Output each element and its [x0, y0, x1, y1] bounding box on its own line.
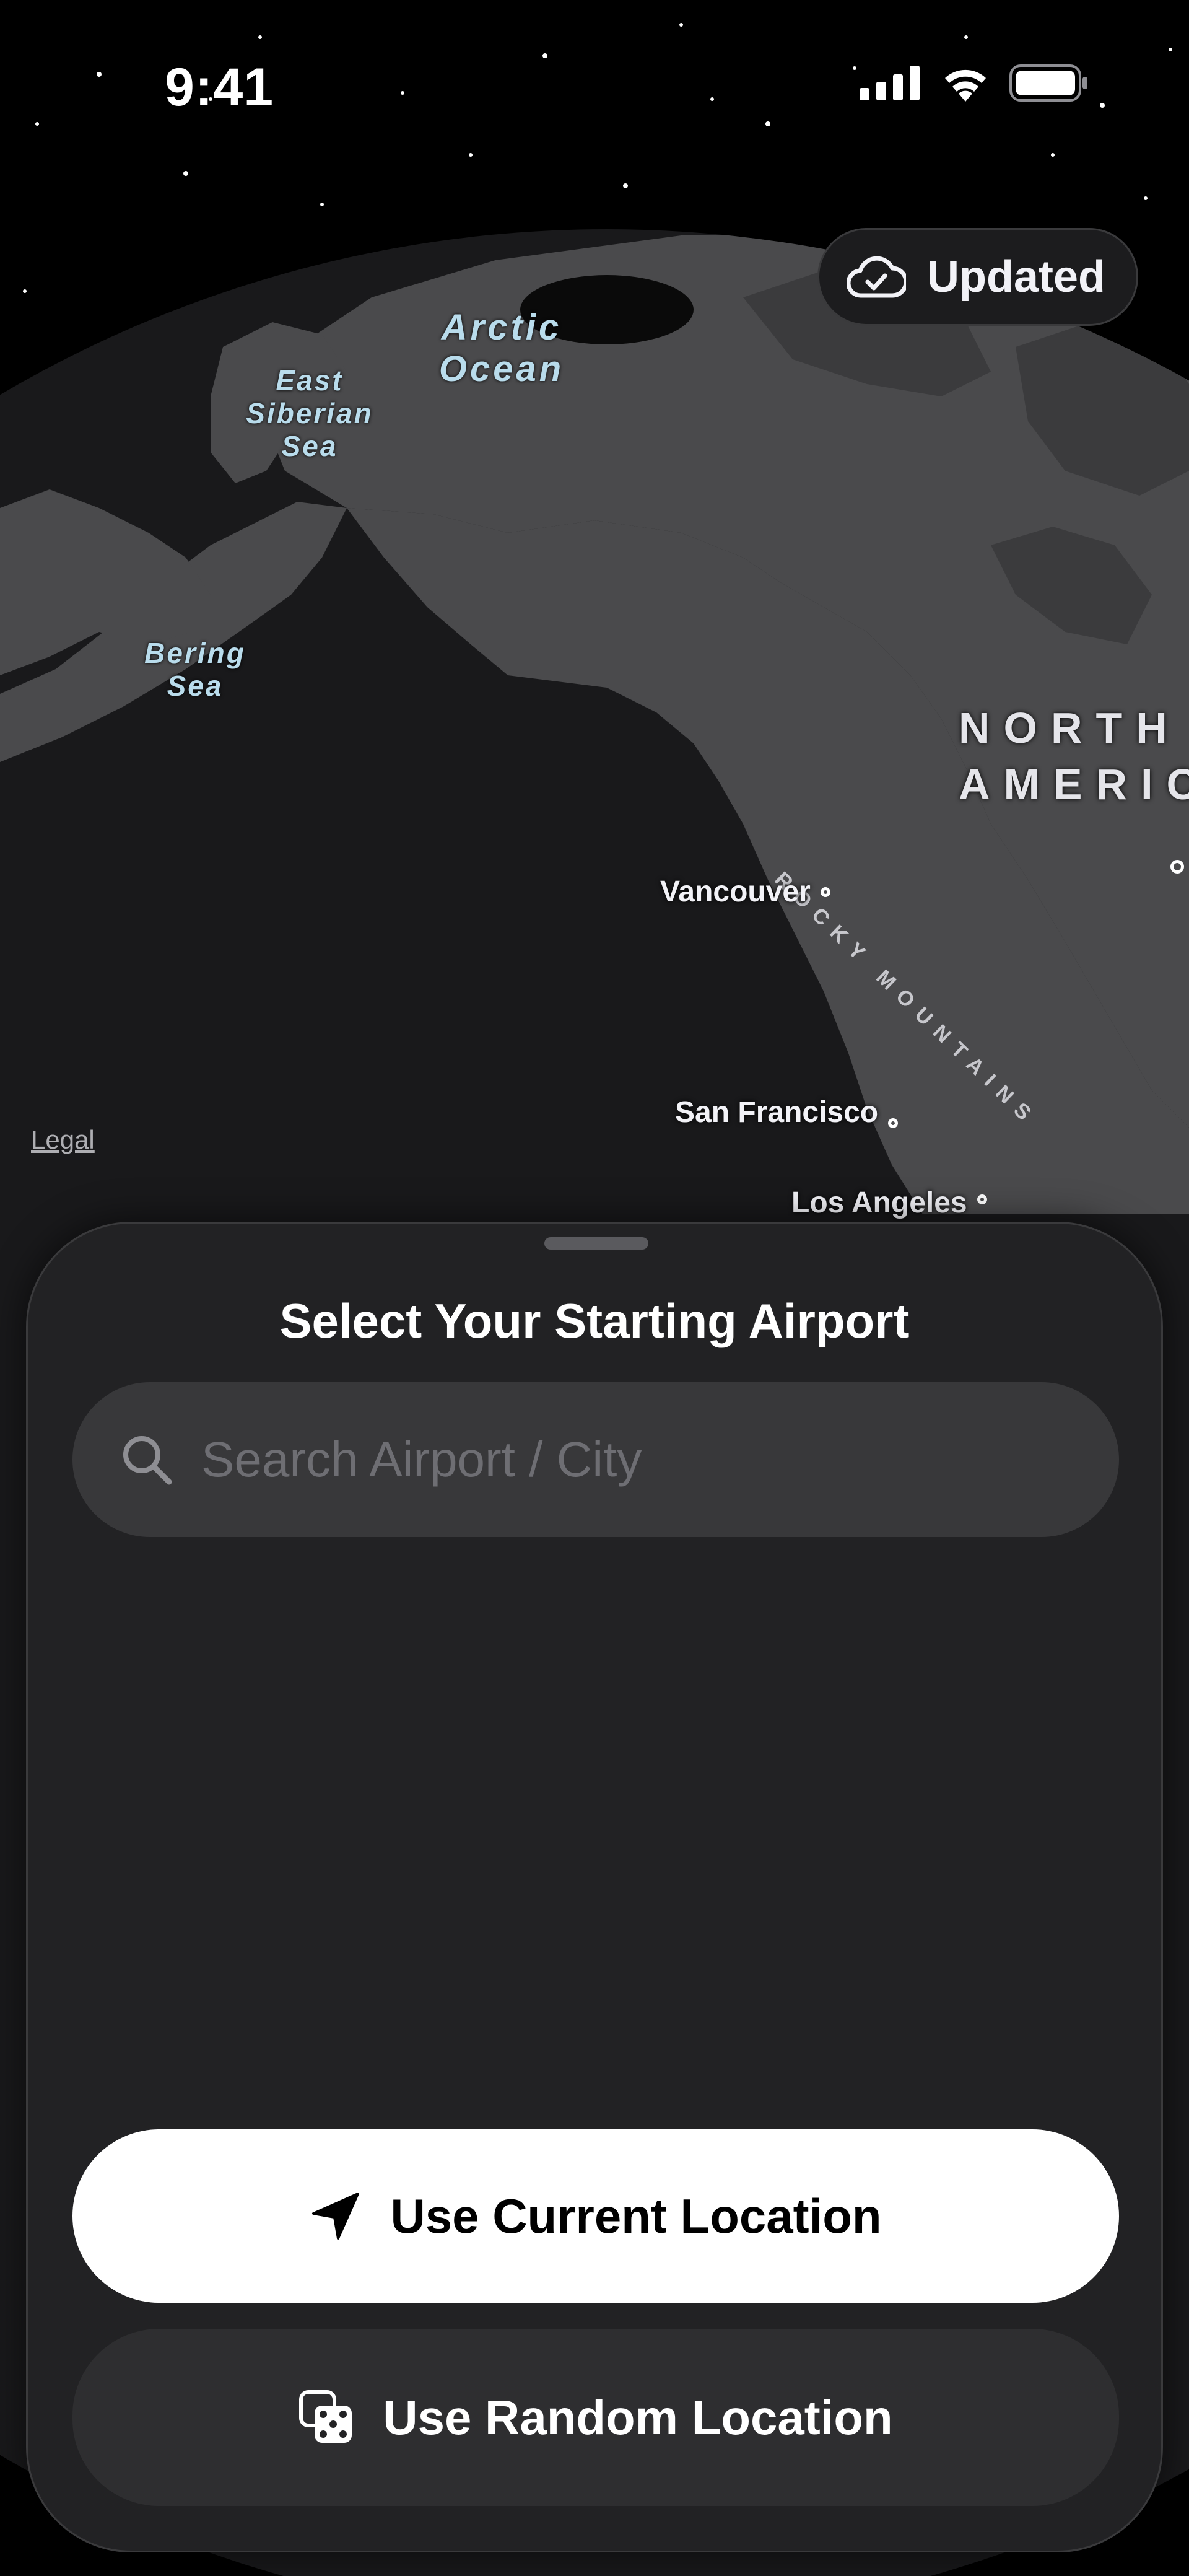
airport-selection-sheet[interactable]: Select Your Starting Airport Search Airp…: [26, 1222, 1163, 2552]
city-label: San Francisco: [675, 1096, 879, 1129]
battery-icon: [1009, 64, 1087, 102]
use-random-location-label: Use Random Location: [383, 2390, 893, 2445]
sync-status-label: Updated: [927, 252, 1105, 302]
magnifying-glass-icon: [123, 1436, 172, 1485]
dice-icon: [299, 2390, 352, 2443]
status-time: 9:41: [165, 58, 274, 117]
airport-search-field[interactable]: Search Airport / City: [72, 1382, 1119, 1537]
city-dot-icon: [977, 1194, 987, 1204]
city-label: Los Angeles: [791, 1186, 967, 1219]
wifi-icon: [945, 69, 986, 102]
search-placeholder: Search Airport / City: [201, 1432, 642, 1487]
city-dot-icon: [888, 1118, 899, 1128]
sheet-title: Select Your Starting Airport: [279, 1294, 910, 1348]
city-dot-icon[interactable]: [1170, 860, 1184, 874]
status-icons: [860, 64, 1090, 102]
city-label: Vancouver: [660, 875, 811, 908]
bering-sea-label: Bering Sea: [144, 637, 246, 702]
city-marker-los-angeles[interactable]: Los Angeles: [791, 1186, 987, 1220]
use-random-location-button[interactable]: Use Random Location: [72, 2329, 1119, 2506]
legal-link[interactable]: Legal: [31, 1125, 95, 1155]
status-bar: 9:41: [0, 0, 1189, 173]
sheet-grabber[interactable]: [544, 1237, 648, 1250]
cloud-checkmark-icon: [847, 256, 906, 298]
use-current-location-label: Use Current Location: [390, 2188, 882, 2243]
location-arrow-icon: [312, 2193, 360, 2240]
arctic-ocean-label: Arctic Ocean: [438, 307, 565, 389]
east-siberian-sea-label: East Siberian Sea: [246, 364, 373, 462]
cellular-signal-icon: [860, 66, 920, 100]
city-dot-icon: [820, 887, 830, 897]
use-current-location-button[interactable]: Use Current Location: [72, 2129, 1119, 2303]
north-america-label: NORTH AMERIC: [959, 704, 1189, 808]
city-marker-vancouver[interactable]: Vancouver: [660, 875, 830, 909]
sync-status-badge[interactable]: Updated: [817, 228, 1138, 326]
city-marker-san-francisco[interactable]: San Francisco: [675, 1095, 899, 1129]
